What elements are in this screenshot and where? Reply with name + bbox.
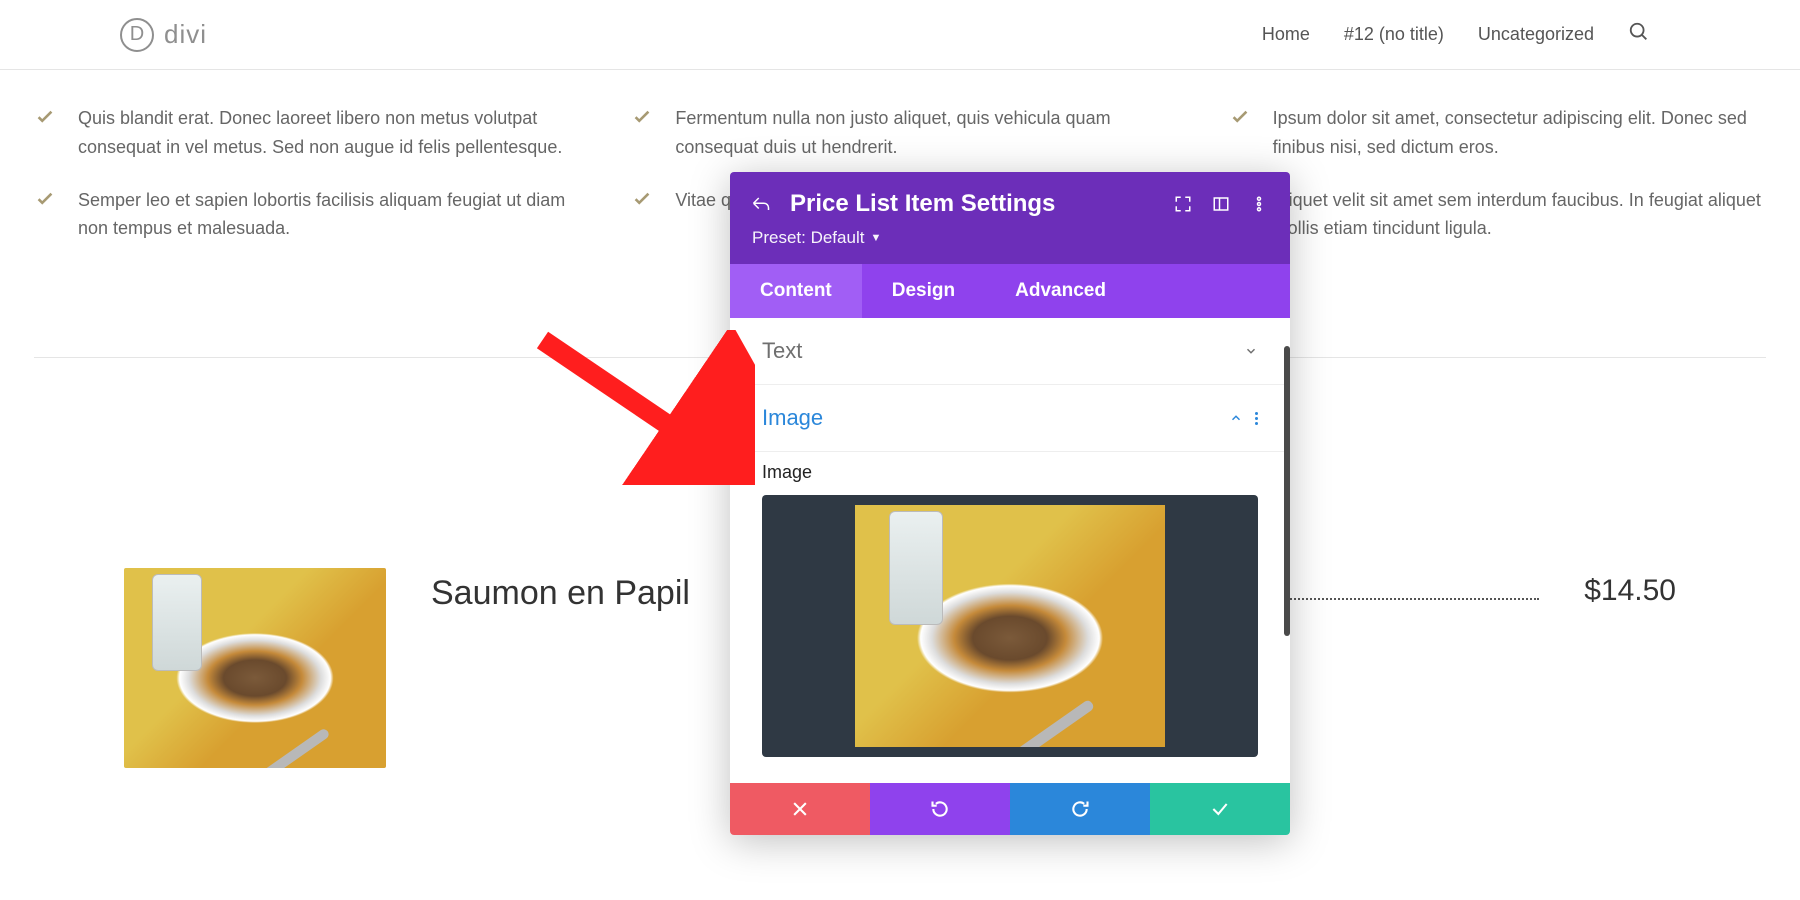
modal-tabs: Content Design Advanced <box>730 264 1290 318</box>
blurb-text: Quis blandit erat. Donec laoreet libero … <box>78 104 571 162</box>
site-header: D divi Home #12 (no title) Uncategorized <box>0 0 1800 70</box>
section-text[interactable]: Text <box>730 318 1290 385</box>
scrollbar-thumb[interactable] <box>1284 346 1290 636</box>
nav-uncategorized[interactable]: Uncategorized <box>1478 24 1594 45</box>
tab-advanced[interactable]: Advanced <box>985 264 1136 318</box>
modal-title: Price List Item Settings <box>790 190 1154 218</box>
image-preview <box>855 505 1165 747</box>
cancel-button[interactable] <box>730 783 870 835</box>
item-image <box>124 568 386 768</box>
blurb-text: Aliquet velit sit amet sem interdum fauc… <box>1273 186 1766 244</box>
tab-content[interactable]: Content <box>730 264 862 318</box>
nav-home[interactable]: Home <box>1262 24 1310 45</box>
redo-button[interactable] <box>1010 783 1150 835</box>
section-label: Text <box>762 338 1232 364</box>
logo-text: divi <box>164 19 207 50</box>
list-item: Fermentum nulla non justo aliquet, quis … <box>631 104 1168 162</box>
blurb-text: Fermentum nulla non justo aliquet, quis … <box>675 104 1168 162</box>
check-icon <box>34 108 56 162</box>
item-title: Saumon en Papil <box>431 568 690 613</box>
check-icon <box>631 108 653 162</box>
save-button[interactable] <box>1150 783 1290 835</box>
blurb-text: Ipsum dolor sit amet, consectetur adipis… <box>1273 104 1766 162</box>
logo[interactable]: D divi <box>120 18 207 52</box>
main-nav: Home #12 (no title) Uncategorized <box>1262 21 1650 48</box>
list-item: Quis blandit erat. Donec laoreet libero … <box>34 104 571 162</box>
modal-actions <box>730 783 1290 835</box>
list-item: Ipsum dolor sit amet, consectetur adipis… <box>1229 104 1766 162</box>
image-field: Image <box>730 452 1290 783</box>
chevron-up-icon <box>1229 411 1243 425</box>
list-item: Semper leo et sapien lobortis facilisis … <box>34 186 571 244</box>
tab-design[interactable]: Design <box>862 264 985 318</box>
settings-modal: Price List Item Settings Preset: Default… <box>730 172 1290 835</box>
section-image[interactable]: Image <box>730 385 1290 452</box>
search-icon[interactable] <box>1628 21 1650 48</box>
back-icon[interactable] <box>752 195 770 213</box>
section-options-icon[interactable] <box>1255 412 1258 425</box>
undo-button[interactable] <box>870 783 1010 835</box>
item-price: $14.50 <box>1584 568 1676 608</box>
kebab-icon[interactable] <box>1250 195 1268 213</box>
panel-icon[interactable] <box>1212 195 1230 213</box>
check-icon <box>1229 108 1251 162</box>
check-icon <box>34 190 56 244</box>
fullscreen-icon[interactable] <box>1174 195 1192 213</box>
field-label: Image <box>762 462 1258 483</box>
modal-body: Text Image Image <box>730 318 1290 783</box>
blurb-text: Semper leo et sapien lobortis facilisis … <box>78 186 571 244</box>
section-label: Image <box>762 405 1217 431</box>
logo-mark-icon: D <box>120 18 154 52</box>
chevron-down-icon: ▼ <box>870 232 881 244</box>
chevron-down-icon <box>1244 344 1258 358</box>
image-upload[interactable] <box>762 495 1258 757</box>
nav-item-12[interactable]: #12 (no title) <box>1344 24 1444 45</box>
check-icon <box>631 190 653 221</box>
preset-label: Preset: Default <box>752 228 864 248</box>
preset-selector[interactable]: Preset: Default ▼ <box>752 228 1268 248</box>
list-item: Aliquet velit sit amet sem interdum fauc… <box>1229 186 1766 244</box>
modal-header[interactable]: Price List Item Settings Preset: Default… <box>730 172 1290 264</box>
